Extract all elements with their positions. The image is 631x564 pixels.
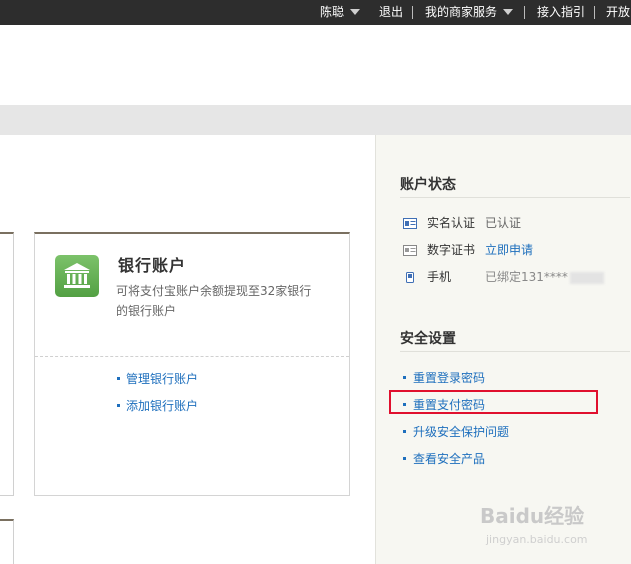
bullet-icon	[403, 430, 406, 433]
phone-number: 已绑定131****	[485, 270, 568, 284]
baidu-watermark: Baidu经验	[480, 504, 585, 528]
phone-value: 已绑定131****	[485, 269, 604, 285]
chevron-down-icon[interactable]	[503, 8, 514, 15]
security-settings-title: 安全设置	[400, 331, 456, 347]
certificate-label: 数字证书	[427, 243, 476, 257]
bank-card-description: 可将支付宝账户余额提现至32家银行的银行账户	[116, 284, 312, 318]
account-status-title: 账户状态	[400, 177, 456, 193]
subnav-band	[0, 105, 631, 135]
real-name-label: 实名认证	[427, 216, 476, 230]
bank-icon	[55, 255, 99, 297]
upgrade-security-question-link[interactable]: 升级安全保护问题	[403, 423, 509, 440]
chevron-down-icon[interactable]	[350, 8, 361, 15]
apply-certificate-link[interactable]: 立即申请	[485, 242, 533, 258]
status-row-phone: 手机 已绑定131****	[403, 269, 604, 285]
reset-login-password-label[interactable]: 重置登录密码	[413, 371, 485, 385]
bank-account-card: 银行账户 可将支付宝账户余额提现至32家银行的银行账户 管理银行账户 添加银行账…	[34, 232, 350, 496]
card-divider	[35, 356, 349, 357]
logout-link[interactable]: 退出	[379, 0, 403, 25]
merchant-services-menu[interactable]: 我的商家服务	[425, 0, 514, 25]
real-name-value: 已认证	[485, 216, 522, 230]
phone-label: 手机	[427, 270, 452, 284]
user-menu[interactable]: 陈聪	[320, 0, 361, 25]
bullet-icon	[117, 404, 120, 407]
phone-icon	[403, 271, 417, 283]
manage-bank-account-label[interactable]: 管理银行账户	[126, 372, 198, 386]
highlight-box	[389, 390, 598, 414]
baidu-watermark-url: jingyan.baidu.com	[486, 533, 588, 546]
view-security-products-label[interactable]: 查看安全产品	[413, 452, 485, 466]
status-row-certificate: 数字证书 立即申请	[403, 242, 533, 258]
nav-divider	[524, 6, 525, 19]
bullet-icon	[403, 376, 406, 379]
top-nav-bar: 陈聪 退出 我的商家服务 接入指引 开放	[0, 0, 631, 25]
left-card-fragment-lower	[0, 519, 14, 564]
section-divider	[400, 351, 630, 352]
reset-login-password-link[interactable]: 重置登录密码	[403, 369, 485, 386]
manage-bank-account-link[interactable]: 管理银行账户	[117, 370, 198, 387]
add-bank-account-link[interactable]: 添加银行账户	[117, 397, 198, 414]
add-bank-account-label[interactable]: 添加银行账户	[126, 399, 198, 413]
open-platform-link[interactable]: 开放	[606, 0, 630, 25]
merchant-services-label[interactable]: 我的商家服务	[425, 5, 497, 19]
view-security-products-link[interactable]: 查看安全产品	[403, 450, 485, 467]
bullet-icon	[403, 457, 406, 460]
nav-divider	[594, 6, 595, 19]
section-divider	[400, 197, 630, 198]
redacted-digits	[569, 271, 604, 284]
user-name[interactable]: 陈聪	[320, 5, 344, 19]
main-content: 银行账户 可将支付宝账户余额提现至32家银行的银行账户 管理银行账户 添加银行账…	[0, 135, 375, 564]
bank-card-title: 银行账户	[118, 256, 187, 275]
left-card-fragment	[0, 232, 14, 496]
integration-guide-link[interactable]: 接入指引	[537, 0, 585, 25]
bullet-icon	[117, 377, 120, 380]
id-card-icon	[403, 217, 417, 229]
certificate-icon	[403, 244, 417, 256]
upgrade-security-question-label[interactable]: 升级安全保护问题	[413, 425, 509, 439]
nav-divider	[412, 6, 413, 19]
header-area	[0, 25, 631, 105]
status-row-real-name: 实名认证 已认证	[403, 215, 521, 231]
